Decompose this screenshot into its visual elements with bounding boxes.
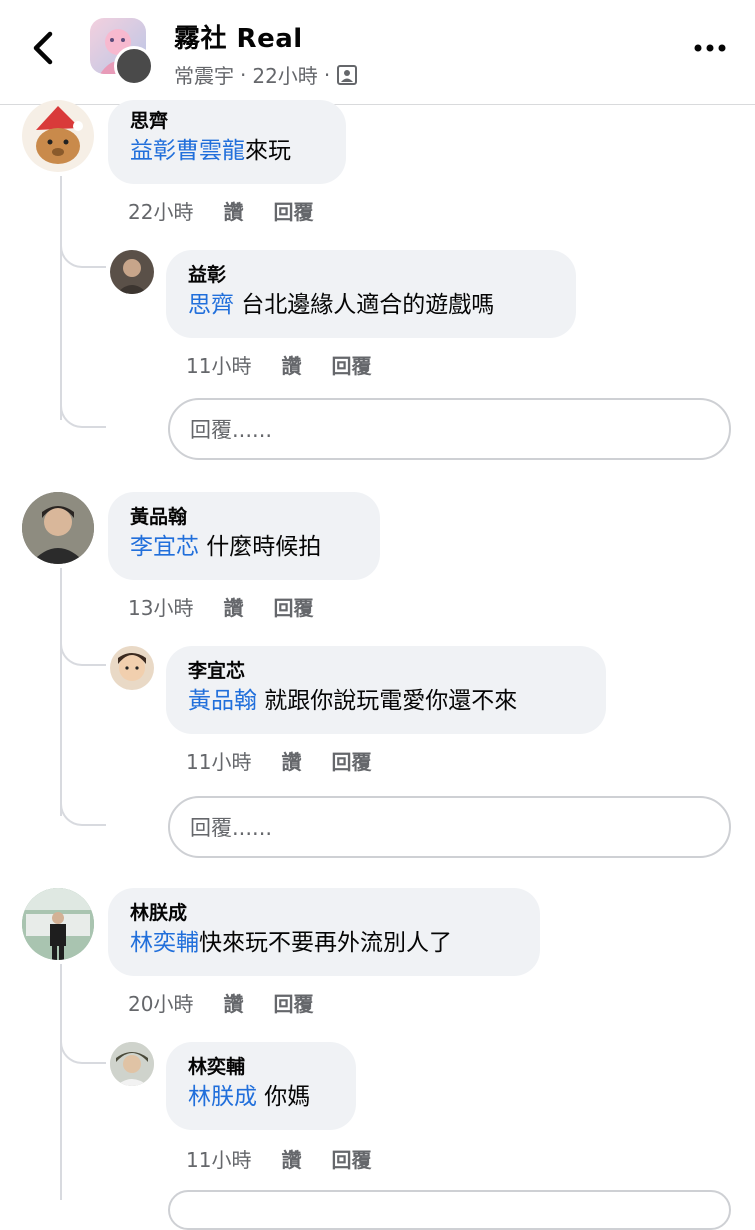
thread-connector xyxy=(60,1034,106,1064)
reply-button[interactable]: 回覆 xyxy=(331,1144,371,1173)
comment-body: 什麼時候拍 xyxy=(199,534,322,560)
comment-body: 快來玩不要再外流別人了 xyxy=(199,930,452,956)
more-horizontal-icon[interactable] xyxy=(692,36,728,60)
reply-bubble: 李宜芯 黃品翰 就跟你說玩電愛你還不來 xyxy=(166,646,606,734)
reply-time[interactable]: 11小時 xyxy=(186,350,251,379)
comment-actions: 22小時 讚 回覆 xyxy=(128,196,313,225)
mention-link[interactable]: 李宜芯 xyxy=(130,534,199,560)
comment-author[interactable]: 林朕成 xyxy=(130,900,520,926)
thread-connector xyxy=(60,796,106,826)
like-button[interactable]: 讚 xyxy=(223,988,243,1017)
post-author[interactable]: 常震宇 xyxy=(174,60,234,89)
chevron-left-icon[interactable] xyxy=(26,28,62,68)
reply-body: 台北邊緣人適合的遊戲嗎 xyxy=(234,292,495,318)
comment-text: 益彰曹雲龍來玩 xyxy=(130,134,326,168)
comment-time[interactable]: 22小時 xyxy=(128,196,193,225)
post-header: 霧社 Real 常震宇 · 22小時 · xyxy=(0,0,755,105)
reply-text: 黃品翰 就跟你說玩電愛你還不來 xyxy=(188,684,586,718)
meta-dot: · xyxy=(240,62,247,87)
commenter-avatar[interactable] xyxy=(22,100,94,172)
reply-button[interactable]: 回覆 xyxy=(273,196,313,225)
comment-bubble: 黃品翰 李宜芯 什麼時候拍 xyxy=(108,492,380,580)
post-meta: 常震宇 · 22小時 · xyxy=(174,60,358,89)
reply-button[interactable]: 回覆 xyxy=(331,746,371,775)
mention-link[interactable]: 林奕輔 xyxy=(130,930,199,956)
like-button[interactable]: 讚 xyxy=(223,592,243,621)
reply-text: 思齊 台北邊緣人適合的遊戲嗎 xyxy=(188,288,556,322)
comment-actions: 20小時 讚 回覆 xyxy=(128,988,313,1017)
comment-bubble: 林朕成 林奕輔快來玩不要再外流別人了 xyxy=(108,888,540,976)
reply-time[interactable]: 11小時 xyxy=(186,1144,251,1173)
reply-input[interactable]: 回覆...... xyxy=(168,796,731,858)
reply-actions: 11小時 讚 回覆 xyxy=(186,350,371,379)
mention-link[interactable]: 林朕成 xyxy=(188,1084,257,1110)
comment-author[interactable]: 黃品翰 xyxy=(130,504,360,530)
thread-connector xyxy=(60,238,106,268)
reply-body: 就跟你說玩電愛你還不來 xyxy=(257,688,518,714)
comment-time[interactable]: 20小時 xyxy=(128,988,193,1017)
reply-button[interactable]: 回覆 xyxy=(273,988,313,1017)
thread-line xyxy=(60,568,62,816)
reply-bubble: 益彰 思齊 台北邊緣人適合的遊戲嗎 xyxy=(166,250,576,338)
meta-dot: · xyxy=(323,62,331,87)
comment-text: 李宜芯 什麼時候拍 xyxy=(130,530,360,564)
reply-author[interactable]: 林奕輔 xyxy=(188,1054,336,1080)
reply-text: 林朕成 你媽 xyxy=(188,1080,336,1114)
like-button[interactable]: 讚 xyxy=(281,1144,301,1173)
reply-avatar[interactable] xyxy=(110,646,154,690)
reply-input-partial[interactable] xyxy=(168,1190,731,1230)
group-title[interactable]: 霧社 Real xyxy=(174,18,303,55)
thread-connector xyxy=(60,636,106,666)
comment-bubble: 思齊 益彰曹雲龍來玩 xyxy=(108,100,346,184)
comment-actions: 13小時 讚 回覆 xyxy=(128,592,313,621)
commenter-avatar[interactable] xyxy=(22,888,94,960)
reply-time[interactable]: 11小時 xyxy=(186,746,251,775)
thread-line xyxy=(60,964,62,1200)
reply-author[interactable]: 益彰 xyxy=(188,262,556,288)
group-audience-icon xyxy=(337,64,358,85)
author-avatar xyxy=(114,46,154,86)
thread-connector xyxy=(60,398,106,428)
post-time[interactable]: 22小時 xyxy=(252,60,317,89)
reply-bubble: 林奕輔 林朕成 你媽 xyxy=(166,1042,356,1130)
reply-body: 你媽 xyxy=(257,1084,311,1110)
reply-author[interactable]: 李宜芯 xyxy=(188,658,586,684)
reply-avatar[interactable] xyxy=(110,1042,154,1086)
comment-body: 來玩 xyxy=(245,138,291,164)
reply-input[interactable]: 回覆...... xyxy=(168,398,731,460)
mention-link[interactable]: 黃品翰 xyxy=(188,688,257,714)
commenter-avatar[interactable] xyxy=(22,492,94,564)
thread-line xyxy=(60,176,62,420)
reply-actions: 11小時 讚 回覆 xyxy=(186,1144,371,1173)
reply-actions: 11小時 讚 回覆 xyxy=(186,746,371,775)
group-avatar[interactable] xyxy=(90,18,154,86)
reply-button[interactable]: 回覆 xyxy=(273,592,313,621)
like-button[interactable]: 讚 xyxy=(223,196,243,225)
reply-avatar[interactable] xyxy=(110,250,154,294)
comment-text: 林奕輔快來玩不要再外流別人了 xyxy=(130,926,520,960)
like-button[interactable]: 讚 xyxy=(281,746,301,775)
comment-author[interactable]: 思齊 xyxy=(130,108,326,134)
reply-button[interactable]: 回覆 xyxy=(331,350,371,379)
comment-time[interactable]: 13小時 xyxy=(128,592,193,621)
mention-link[interactable]: 思齊 xyxy=(188,292,234,318)
mention-link[interactable]: 益彰曹雲龍 xyxy=(130,138,245,164)
like-button[interactable]: 讚 xyxy=(281,350,301,379)
